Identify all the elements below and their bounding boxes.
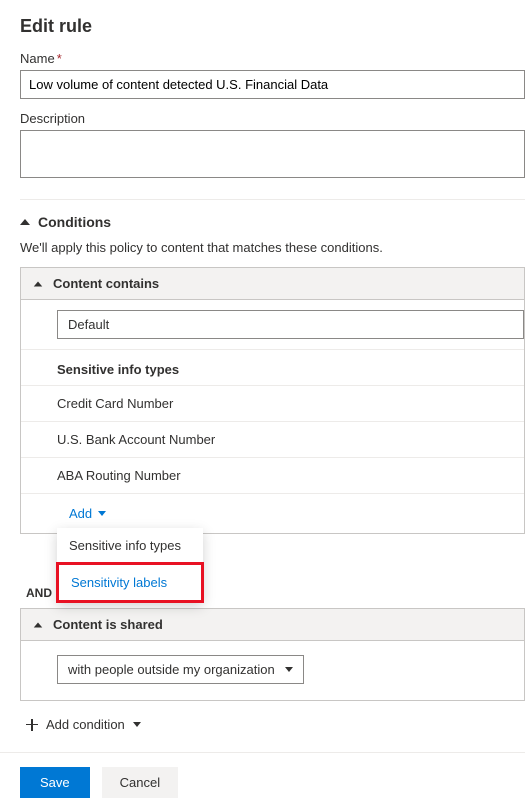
add-condition-button[interactable]: Add condition	[26, 717, 141, 732]
name-input[interactable]	[20, 70, 525, 99]
content-shared-title: Content is shared	[53, 617, 163, 632]
description-textarea[interactable]	[20, 130, 525, 178]
add-label: Add	[69, 506, 92, 521]
chevron-down-icon	[133, 722, 141, 727]
add-dropdown-menu: Sensitive info types Sensitivity labels	[57, 528, 203, 602]
name-label-text: Name	[20, 51, 55, 66]
save-button[interactable]: Save	[20, 767, 90, 798]
menu-item-sensitivity-labels[interactable]: Sensitivity labels	[56, 562, 204, 603]
add-sensitive-type-button[interactable]: Add Sensitive info types Sensitivity lab…	[21, 493, 524, 533]
chevron-up-icon	[20, 219, 30, 225]
content-shared-toggle[interactable]: Content is shared	[21, 609, 524, 641]
chevron-down-icon	[98, 511, 106, 516]
description-label: Description	[20, 111, 525, 126]
content-shared-select[interactable]: with people outside my organization	[57, 655, 304, 684]
chevron-down-icon	[285, 667, 293, 672]
divider	[20, 199, 525, 200]
chevron-up-icon	[34, 281, 43, 286]
footer: Save Cancel	[0, 752, 525, 798]
list-item[interactable]: ABA Routing Number	[21, 457, 524, 493]
content-shared-block: Content is shared with people outside my…	[20, 608, 525, 701]
plus-icon	[26, 719, 38, 731]
list-item[interactable]: Credit Card Number	[21, 385, 524, 421]
required-asterisk: *	[57, 51, 62, 66]
conditions-title: Conditions	[38, 214, 111, 230]
menu-item-sensitive-info-types[interactable]: Sensitive info types	[57, 528, 203, 563]
add-condition-label: Add condition	[46, 717, 125, 732]
list-item[interactable]: U.S. Bank Account Number	[21, 421, 524, 457]
sensitive-info-types-heading: Sensitive info types	[21, 349, 524, 385]
content-contains-toggle[interactable]: Content contains	[21, 268, 524, 300]
content-contains-title: Content contains	[53, 276, 159, 291]
chevron-up-icon	[34, 622, 43, 627]
conditions-desc: We'll apply this policy to content that …	[20, 240, 525, 255]
name-label: Name*	[20, 51, 525, 66]
content-shared-selected-value: with people outside my organization	[68, 662, 275, 677]
conditions-section-toggle[interactable]: Conditions	[20, 214, 525, 230]
default-group-input[interactable]: Default	[57, 310, 524, 339]
cancel-button[interactable]: Cancel	[102, 767, 178, 798]
page-title: Edit rule	[20, 16, 525, 37]
content-contains-block: Content contains Default Sensitive info …	[20, 267, 525, 534]
